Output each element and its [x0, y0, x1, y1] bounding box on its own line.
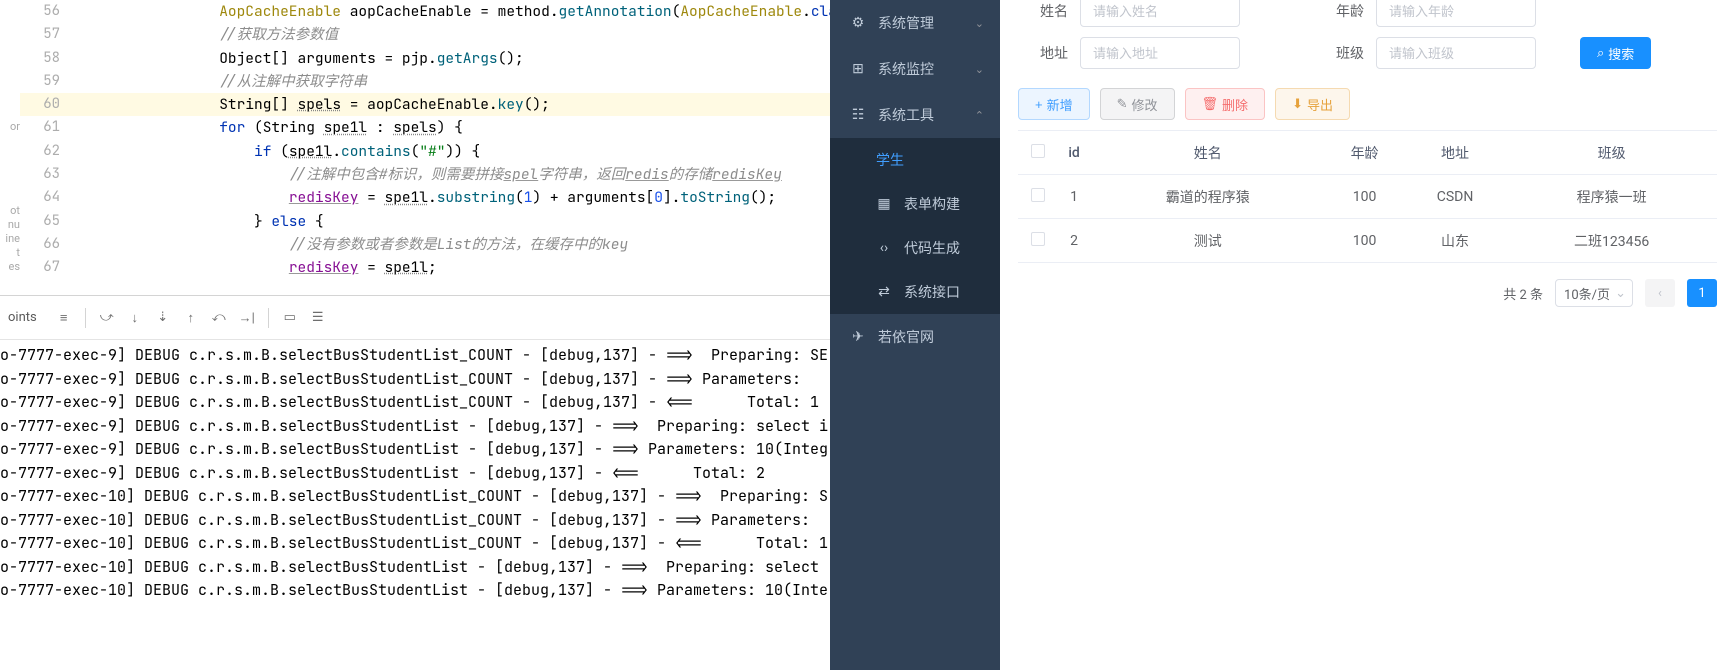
menu-icon: ✈: [850, 329, 866, 345]
search-form-row-2: 地址 班级 ⌕搜索: [1018, 32, 1717, 74]
step-over-icon[interactable]: ⤻: [96, 307, 118, 329]
step-out-icon[interactable]: ↑: [180, 307, 202, 329]
name-input[interactable]: [1080, 0, 1240, 27]
drop-frame-icon[interactable]: ⤺: [208, 307, 230, 329]
pagination: 共 2 条 10条/页 ‹ 1: [1018, 263, 1717, 323]
menu-icon: ▦: [876, 196, 892, 212]
prev-page-button[interactable]: ‹: [1645, 279, 1675, 307]
admin-sidebar: ⚙系统管理⌄⊞系统监控⌄☷系统工具⌃学生▦表单构建‹›代码生成⇄系统接口✈若依官…: [830, 0, 1000, 670]
sidebar-subitem[interactable]: ‹›代码生成: [830, 226, 1000, 270]
ide-panel: or otnuinetes 565758596061626364656667 A…: [0, 0, 830, 670]
debug-toolbar: oints ≡ ⤻ ↓ ⇣ ↑ ⤺ →| ▭ ☰: [0, 296, 830, 340]
age-input[interactable]: [1376, 0, 1536, 27]
row-checkbox[interactable]: [1031, 188, 1045, 202]
search-icon: ⌕: [1597, 45, 1604, 61]
export-button[interactable]: ⬇导出: [1275, 88, 1350, 120]
sidebar-subitem[interactable]: 学生: [830, 138, 1000, 182]
col-name: 姓名: [1090, 131, 1325, 175]
age-label: 年龄: [1314, 1, 1364, 21]
sidebar-item[interactable]: ⊞系统监控⌄: [830, 46, 1000, 92]
row-checkbox[interactable]: [1031, 232, 1045, 246]
menu-icon: ⊞: [850, 61, 866, 77]
run-cursor-icon[interactable]: →|: [236, 307, 258, 329]
addr-input[interactable]: [1080, 37, 1240, 69]
page-size-select[interactable]: 10条/页: [1555, 279, 1633, 307]
name-label: 姓名: [1018, 1, 1068, 21]
col-class: 班级: [1506, 131, 1717, 175]
class-input[interactable]: [1376, 37, 1536, 69]
evaluate-icon[interactable]: ▭: [279, 307, 301, 329]
plus-icon: +: [1035, 97, 1043, 112]
debug-panel: oints ≡ ⤻ ↓ ⇣ ↑ ⤺ →| ▭ ☰ o-7777-exec-9] …: [0, 295, 830, 670]
sidebar-item[interactable]: ☷系统工具⌃: [830, 92, 1000, 138]
table-header-row: id 姓名 年龄 地址 班级: [1018, 131, 1717, 175]
edit-button[interactable]: ✎修改: [1100, 88, 1175, 120]
code-gutter: 565758596061626364656667: [20, 0, 80, 280]
col-id: id: [1058, 131, 1090, 175]
table-row[interactable]: 2测试100山东二班123456: [1018, 219, 1717, 263]
addr-label: 地址: [1018, 43, 1068, 63]
download-icon: ⬇: [1292, 96, 1303, 112]
sidebar-item[interactable]: ✈若依官网: [830, 314, 1000, 360]
data-table: id 姓名 年龄 地址 班级 1霸道的程序猿100CSDN程序猿一班2测试100…: [1018, 130, 1717, 263]
sidebar-subitem[interactable]: ▦表单构建: [830, 182, 1000, 226]
menu-icon: ‹›: [876, 240, 892, 256]
step-into-icon[interactable]: ↓: [124, 307, 146, 329]
chevron-icon: ⌄: [975, 17, 984, 30]
console-output[interactable]: o-7777-exec-9] DEBUG c.r.s.m.B.selectBus…: [0, 340, 830, 603]
sidebar-subitem[interactable]: ⇄系统接口: [830, 270, 1000, 314]
class-label: 班级: [1314, 43, 1364, 63]
force-step-icon[interactable]: ⇣: [152, 307, 174, 329]
code-editor[interactable]: AopCacheEnable aopCacheEnable = method.g…: [80, 0, 830, 280]
chevron-icon: ⌄: [975, 63, 984, 76]
col-age: 年龄: [1325, 131, 1403, 175]
format-icon[interactable]: ≡: [53, 307, 75, 329]
menu-icon: ⇄: [876, 284, 892, 300]
admin-content: 姓名 年龄 地址 班级 ⌕搜索 +新增 ✎修改 🗑删除 ⬇导出 id 姓名 年龄…: [1000, 0, 1735, 670]
debug-tab-label[interactable]: oints: [8, 310, 47, 325]
delete-button[interactable]: 🗑删除: [1185, 88, 1266, 120]
search-button[interactable]: ⌕搜索: [1580, 37, 1651, 69]
table-row[interactable]: 1霸道的程序猿100CSDN程序猿一班: [1018, 175, 1717, 219]
add-button[interactable]: +新增: [1018, 88, 1090, 120]
action-buttons: +新增 ✎修改 🗑删除 ⬇导出: [1018, 74, 1717, 130]
search-form-row-1: 姓名 年龄: [1018, 0, 1717, 32]
chevron-icon: ⌃: [975, 109, 984, 122]
trace-icon[interactable]: ☰: [307, 307, 329, 329]
sidebar-item[interactable]: ⚙系统管理⌄: [830, 0, 1000, 46]
col-addr: 地址: [1404, 131, 1507, 175]
select-all-checkbox[interactable]: [1031, 144, 1045, 158]
menu-icon: ☷: [850, 107, 866, 123]
pencil-icon: ✎: [1117, 96, 1128, 112]
trash-icon: 🗑: [1202, 96, 1219, 112]
total-text: 共 2 条: [1503, 284, 1543, 303]
page-1-button[interactable]: 1: [1687, 279, 1717, 307]
menu-icon: ⚙: [850, 15, 866, 31]
